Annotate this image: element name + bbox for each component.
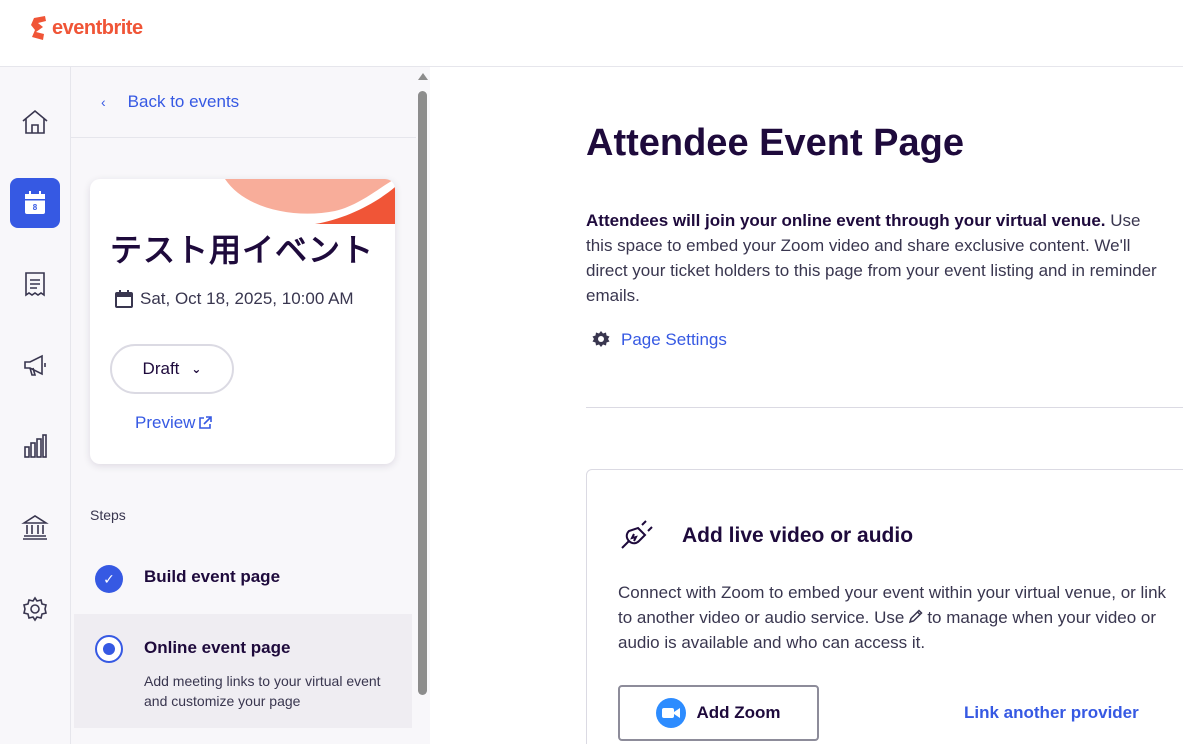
step-description: Add meeting links to your virtual event … bbox=[144, 673, 381, 709]
step-build-event-page[interactable]: ✓ Build event page bbox=[74, 551, 412, 603]
rail-reports[interactable] bbox=[10, 421, 60, 471]
rail-orders[interactable] bbox=[10, 259, 60, 309]
rail-events[interactable]: 8 bbox=[10, 178, 60, 228]
megaphone-icon bbox=[24, 354, 46, 376]
back-to-events-link[interactable]: ‹ Back to events bbox=[71, 67, 416, 138]
finance-icon bbox=[21, 515, 49, 540]
intro-text: Attendees will join your online event th… bbox=[586, 208, 1166, 308]
preview-link[interactable]: Preview bbox=[135, 413, 213, 433]
event-side-panel: ‹ Back to events テスト用イベント Sat, Oct 18, 2… bbox=[71, 67, 416, 744]
eventbrite-logo-icon bbox=[31, 16, 46, 40]
rail-finance[interactable] bbox=[10, 502, 60, 552]
nav-rail: 8 bbox=[0, 67, 71, 744]
event-date: Sat, Oct 18, 2025, 10:00 AM bbox=[115, 289, 354, 309]
steps-heading: Steps bbox=[90, 507, 126, 523]
chevron-left-icon: ‹ bbox=[101, 94, 106, 110]
orders-icon bbox=[25, 272, 45, 297]
live-video-description: Connect with Zoom to embed your event wi… bbox=[618, 580, 1178, 655]
reports-icon bbox=[24, 434, 47, 458]
status-dropdown[interactable]: Draft ⌄ bbox=[110, 344, 234, 394]
calendar-small-icon bbox=[115, 290, 133, 308]
add-zoom-button[interactable]: Add Zoom bbox=[618, 685, 819, 741]
gear-icon bbox=[23, 596, 47, 622]
preview-label: Preview bbox=[135, 413, 196, 432]
pencil-icon bbox=[909, 609, 923, 624]
brand-name: eventbrite bbox=[52, 16, 143, 39]
rail-home[interactable] bbox=[10, 97, 60, 147]
scroll-thumb[interactable] bbox=[418, 91, 427, 695]
rail-settings[interactable] bbox=[10, 584, 60, 634]
step-title: Build event page bbox=[144, 567, 281, 586]
external-link-icon bbox=[199, 416, 213, 429]
scroll-up-arrow-icon[interactable] bbox=[418, 73, 428, 80]
back-label: Back to events bbox=[127, 92, 240, 111]
live-video-box: Add live video or audio Connect with Zoo… bbox=[586, 469, 1183, 744]
live-video-title: Add live video or audio bbox=[682, 524, 914, 547]
page-title: Attendee Event Page bbox=[586, 122, 964, 164]
card-decoration bbox=[225, 179, 395, 224]
step-title: Online event page bbox=[144, 638, 291, 657]
gear-icon bbox=[592, 331, 610, 347]
add-zoom-label: Add Zoom bbox=[696, 703, 781, 722]
chevron-down-icon: ⌄ bbox=[191, 362, 202, 376]
link-another-provider[interactable]: Link another provider bbox=[964, 703, 1139, 723]
page-settings-link[interactable]: Page Settings bbox=[591, 330, 727, 350]
rail-marketing[interactable] bbox=[10, 340, 60, 390]
radio-selected-icon bbox=[95, 635, 123, 663]
event-date-text: Sat, Oct 18, 2025, 10:00 AM bbox=[140, 289, 354, 308]
top-bar: eventbrite bbox=[0, 0, 1183, 67]
calendar-badge: 8 bbox=[33, 203, 38, 212]
divider bbox=[586, 407, 1183, 408]
step-online-event-page[interactable]: Online event page Add meeting links to y… bbox=[74, 614, 412, 728]
check-circle-icon: ✓ bbox=[95, 565, 123, 593]
event-title: テスト用イベント bbox=[110, 232, 375, 268]
page-settings-label: Page Settings bbox=[621, 330, 727, 349]
status-label: Draft bbox=[142, 359, 180, 378]
event-card: テスト用イベント Sat, Oct 18, 2025, 10:00 AM Dra… bbox=[90, 179, 395, 464]
intro-bold: Attendees will join your online event th… bbox=[586, 211, 1106, 230]
eventbrite-logo[interactable]: eventbrite bbox=[30, 16, 143, 40]
plug-icon bbox=[621, 520, 653, 549]
calendar-icon: 8 bbox=[25, 191, 45, 214]
zoom-icon bbox=[656, 698, 687, 728]
home-icon bbox=[22, 109, 48, 134]
panel-scrollbar[interactable] bbox=[416, 67, 430, 744]
